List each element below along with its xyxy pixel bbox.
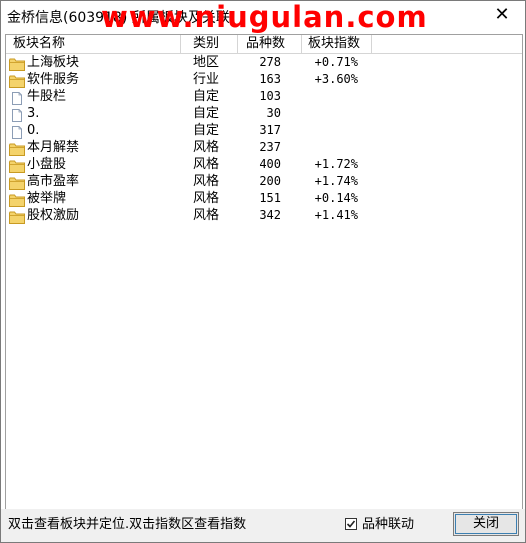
table-row[interactable]: 被举牌 风格 151 +0.14%	[6, 190, 522, 207]
sector-type: 风格	[193, 174, 220, 189]
stock-count: 342	[259, 208, 281, 222]
sector-type: 自定	[193, 89, 220, 104]
sector-name: 本月解禁	[27, 140, 80, 155]
sector-type: 风格	[193, 157, 220, 172]
sector-name: 高市盈率	[27, 174, 80, 189]
sector-index-change: +1.41%	[314, 208, 358, 222]
sector-name: 股权激励	[27, 208, 80, 223]
table-row[interactable]: 小盘股 风格 400 +1.72%	[6, 156, 522, 173]
folder-icon	[9, 209, 25, 224]
folder-icon	[9, 73, 25, 88]
sector-index-change	[302, 88, 358, 105]
sector-type: 行业	[193, 72, 220, 87]
sector-name: 0.	[27, 123, 40, 138]
watermark-text: www.niugulan.com	[101, 0, 428, 34]
status-hint: 双击查看板块并定位.双击指数区查看指数	[8, 517, 247, 532]
sector-type: 风格	[193, 208, 220, 223]
sector-type: 自定	[193, 106, 220, 121]
folder-icon	[9, 175, 25, 190]
sector-index-change	[302, 139, 358, 156]
linkage-label: 品种联动	[362, 517, 415, 532]
related-sectors-window: 金桥信息(603918) 所属板块及关联 www.niugulan.com ✕ …	[0, 0, 526, 543]
stock-count: 103	[259, 89, 281, 103]
sector-name: 3.	[27, 106, 40, 121]
table-row[interactable]: 0. 自定 317	[6, 122, 522, 139]
table-row[interactable]: 牛股栏 自定 103	[6, 88, 522, 105]
title-bar: 金桥信息(603918) 所属板块及关联 www.niugulan.com ✕	[1, 1, 525, 34]
sector-type: 风格	[193, 140, 220, 155]
stock-count: 163	[259, 72, 281, 86]
list-rows: 上海板块 地区 278 +0.71% 软件服务 行业 163 +3.60% 牛股栏 自定 103 3.…	[6, 54, 522, 224]
stock-count: 317	[259, 123, 281, 137]
stock-count: 151	[259, 191, 281, 205]
sector-name: 上海板块	[27, 55, 80, 70]
sector-index-change: +3.60%	[314, 72, 358, 86]
document-icon	[9, 107, 25, 122]
table-row[interactable]: 3. 自定 30	[6, 105, 522, 122]
sector-index-change	[302, 105, 358, 122]
sector-name: 小盘股	[27, 157, 67, 172]
sector-index-change	[302, 122, 358, 139]
folder-icon	[9, 141, 25, 156]
folder-icon	[9, 192, 25, 207]
sector-index-change: +0.71%	[314, 55, 358, 69]
sector-list[interactable]: 板块名称 类别 品种数 板块指数 上海板块 地区 278 +0.71% 软件服务 行业 16…	[5, 34, 523, 510]
folder-icon	[9, 56, 25, 71]
document-icon	[9, 90, 25, 105]
column-header-name[interactable]: 板块名称	[6, 35, 181, 53]
linkage-checkbox[interactable]: 品种联动	[345, 516, 414, 534]
stock-count: 278	[259, 55, 281, 69]
sector-index-change: +0.14%	[314, 191, 358, 205]
sector-name: 软件服务	[27, 72, 80, 87]
table-row[interactable]: 上海板块 地区 278 +0.71%	[6, 54, 522, 71]
sector-type: 地区	[193, 55, 220, 70]
column-header-type[interactable]: 类别	[181, 35, 238, 53]
sector-name: 牛股栏	[27, 89, 67, 104]
close-icon[interactable]: ✕	[493, 6, 511, 24]
stock-count: 30	[266, 106, 281, 120]
status-bar: 双击查看板块并定位.双击指数区查看指数 品种联动 关闭	[1, 509, 525, 542]
sector-index-change: +1.72%	[314, 157, 358, 171]
sector-name: 被举牌	[27, 191, 67, 206]
table-row[interactable]: 高市盈率 风格 200 +1.74%	[6, 173, 522, 190]
sector-index-change: +1.74%	[314, 174, 358, 188]
folder-icon	[9, 158, 25, 173]
checkbox-checked-icon[interactable]	[345, 518, 357, 530]
column-header-count[interactable]: 品种数	[238, 35, 302, 53]
list-header: 板块名称 类别 品种数 板块指数	[6, 35, 522, 54]
sector-type: 自定	[193, 123, 220, 138]
stock-count: 200	[259, 174, 281, 188]
stock-count: 400	[259, 157, 281, 171]
sector-type: 风格	[193, 191, 220, 206]
table-row[interactable]: 本月解禁 风格 237	[6, 139, 522, 156]
close-button[interactable]: 关闭	[453, 512, 519, 536]
column-header-index[interactable]: 板块指数	[302, 35, 372, 53]
stock-count: 237	[259, 140, 281, 154]
document-icon	[9, 124, 25, 139]
table-row[interactable]: 股权激励 风格 342 +1.41%	[6, 207, 522, 224]
table-row[interactable]: 软件服务 行业 163 +3.60%	[6, 71, 522, 88]
